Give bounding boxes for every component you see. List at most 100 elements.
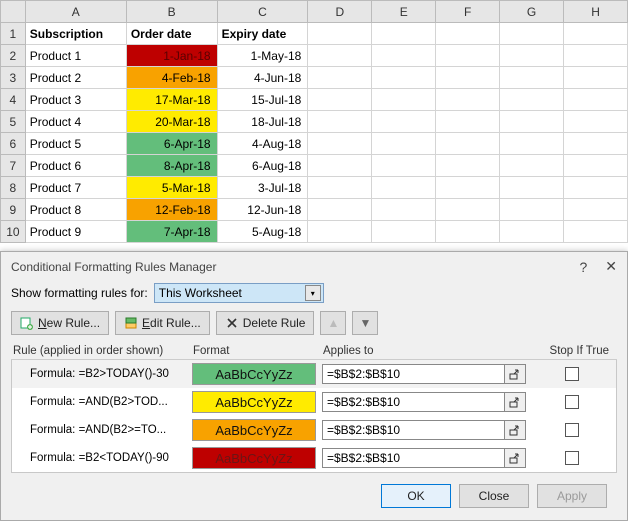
cell[interactable] <box>308 155 372 177</box>
move-up-button[interactable]: ▲ <box>320 311 346 335</box>
new-rule-button[interactable]: New Rule... <box>11 311 109 335</box>
cell[interactable] <box>372 155 436 177</box>
close-icon[interactable]: ✕ <box>605 258 617 275</box>
cell[interactable] <box>564 89 628 111</box>
cell[interactable] <box>500 89 564 111</box>
row-header[interactable]: 2 <box>1 45 26 67</box>
applies-to-input[interactable] <box>322 448 504 468</box>
cell[interactable]: Expiry date <box>217 23 308 45</box>
cell[interactable]: 15-Jul-18 <box>217 89 308 111</box>
range-selector-icon[interactable] <box>504 448 526 468</box>
cell[interactable] <box>564 23 628 45</box>
stop-if-true-checkbox[interactable] <box>565 367 579 381</box>
cell[interactable] <box>372 111 436 133</box>
cell[interactable]: Order date <box>126 23 217 45</box>
cell[interactable] <box>308 111 372 133</box>
col-header-G[interactable]: G <box>500 1 564 23</box>
cell[interactable]: Product 5 <box>25 133 126 155</box>
row-header[interactable]: 10 <box>1 221 26 243</box>
cell[interactable] <box>500 133 564 155</box>
rules-list[interactable]: Formula: =B2>TODAY()-30AaBbCcYyZzFormula… <box>11 360 617 473</box>
cell[interactable] <box>372 221 436 243</box>
cell[interactable]: 1-Jan-18 <box>126 45 217 67</box>
cell[interactable] <box>500 23 564 45</box>
cell[interactable] <box>564 155 628 177</box>
cell[interactable] <box>436 111 500 133</box>
cell[interactable]: 3-Jul-18 <box>217 177 308 199</box>
col-header-H[interactable]: H <box>564 1 628 23</box>
cell[interactable] <box>564 45 628 67</box>
delete-rule-button[interactable]: Delete Rule <box>216 311 315 335</box>
cell[interactable] <box>308 23 372 45</box>
cell[interactable] <box>372 45 436 67</box>
range-selector-icon[interactable] <box>504 392 526 412</box>
cell[interactable]: 8-Apr-18 <box>126 155 217 177</box>
cell[interactable] <box>308 199 372 221</box>
cell[interactable] <box>372 89 436 111</box>
cell[interactable] <box>564 199 628 221</box>
apply-button[interactable]: Apply <box>537 484 607 508</box>
cell[interactable] <box>308 177 372 199</box>
cell[interactable]: 12-Feb-18 <box>126 199 217 221</box>
applies-to-input[interactable] <box>322 392 504 412</box>
close-button[interactable]: Close <box>459 484 529 508</box>
rule-row[interactable]: Formula: =AND(B2>=TO...AaBbCcYyZz <box>12 416 616 444</box>
cell[interactable]: 7-Apr-18 <box>126 221 217 243</box>
col-header-A[interactable]: A <box>25 1 126 23</box>
scope-combo[interactable]: This Worksheet ▾ <box>154 283 324 303</box>
cell[interactable]: Product 3 <box>25 89 126 111</box>
cell[interactable] <box>500 199 564 221</box>
ok-button[interactable]: OK <box>381 484 451 508</box>
col-header-C[interactable]: C <box>217 1 308 23</box>
cell[interactable] <box>308 133 372 155</box>
col-header-D[interactable]: D <box>308 1 372 23</box>
col-header-F[interactable]: F <box>436 1 500 23</box>
cell[interactable] <box>500 67 564 89</box>
cell[interactable] <box>436 133 500 155</box>
range-selector-icon[interactable] <box>504 364 526 384</box>
cell[interactable] <box>500 111 564 133</box>
cell[interactable]: 5-Mar-18 <box>126 177 217 199</box>
cell[interactable]: 18-Jul-18 <box>217 111 308 133</box>
cell[interactable] <box>372 177 436 199</box>
cell[interactable]: 5-Aug-18 <box>217 221 308 243</box>
select-all-corner[interactable] <box>1 1 26 23</box>
cell[interactable] <box>436 199 500 221</box>
cell[interactable]: 4-Aug-18 <box>217 133 308 155</box>
row-header[interactable]: 8 <box>1 177 26 199</box>
cell[interactable]: Product 2 <box>25 67 126 89</box>
cell[interactable] <box>308 67 372 89</box>
cell[interactable] <box>436 67 500 89</box>
row-header[interactable]: 7 <box>1 155 26 177</box>
row-header[interactable]: 5 <box>1 111 26 133</box>
cell[interactable] <box>372 199 436 221</box>
rule-row[interactable]: Formula: =B2<TODAY()-90AaBbCcYyZz <box>12 444 616 472</box>
cell[interactable] <box>564 133 628 155</box>
col-header-E[interactable]: E <box>372 1 436 23</box>
stop-if-true-checkbox[interactable] <box>565 451 579 465</box>
stop-if-true-checkbox[interactable] <box>565 423 579 437</box>
cell[interactable] <box>308 221 372 243</box>
cell[interactable] <box>564 221 628 243</box>
cell[interactable]: Product 6 <box>25 155 126 177</box>
cell[interactable]: 17-Mar-18 <box>126 89 217 111</box>
cell[interactable]: Product 1 <box>25 45 126 67</box>
cell[interactable] <box>500 45 564 67</box>
cell[interactable] <box>436 45 500 67</box>
applies-to-input[interactable] <box>322 420 504 440</box>
cell[interactable]: 20-Mar-18 <box>126 111 217 133</box>
applies-to-input[interactable] <box>322 364 504 384</box>
range-selector-icon[interactable] <box>504 420 526 440</box>
spreadsheet-grid[interactable]: ABCDEFGH1SubscriptionOrder dateExpiry da… <box>0 0 628 243</box>
row-header[interactable]: 6 <box>1 133 26 155</box>
cell[interactable]: Product 9 <box>25 221 126 243</box>
cell[interactable]: 1-May-18 <box>217 45 308 67</box>
move-down-button[interactable]: ▼ <box>352 311 378 335</box>
cell[interactable]: 6-Aug-18 <box>217 155 308 177</box>
cell[interactable] <box>372 23 436 45</box>
cell[interactable] <box>436 89 500 111</box>
help-icon[interactable]: ? <box>579 259 587 275</box>
cell[interactable]: Subscription <box>25 23 126 45</box>
rule-row[interactable]: Formula: =AND(B2>TOD...AaBbCcYyZz <box>12 388 616 416</box>
cell[interactable]: 4-Feb-18 <box>126 67 217 89</box>
